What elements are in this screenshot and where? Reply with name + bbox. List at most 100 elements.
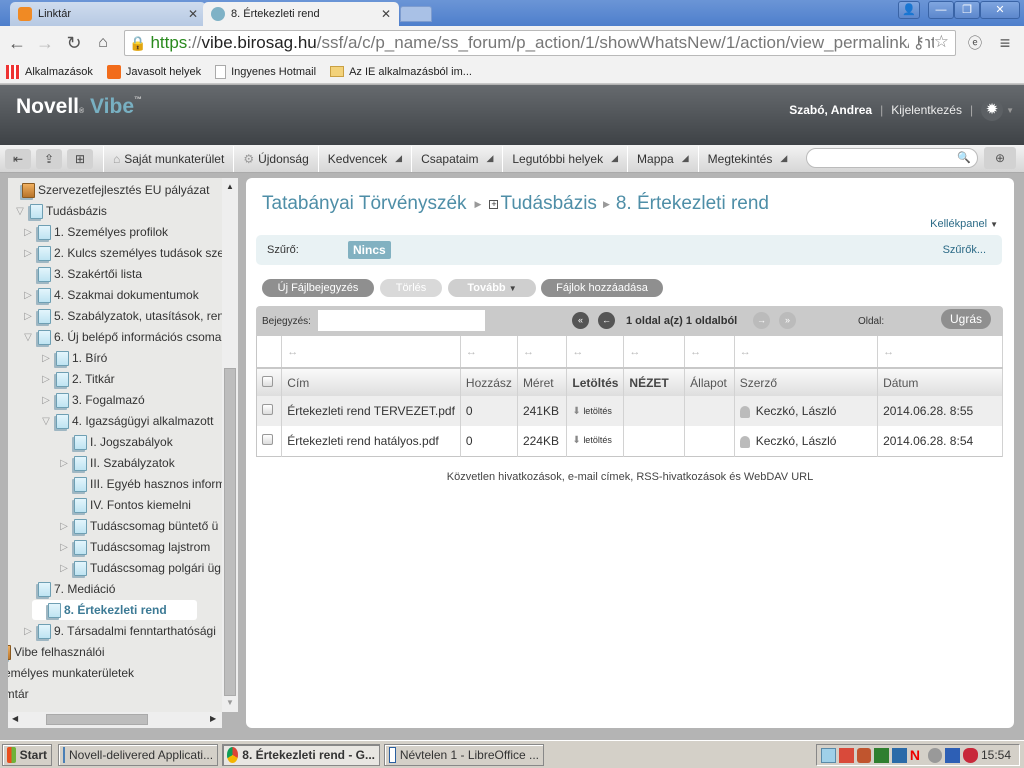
tree-item[interactable]: III. Egyéb hasznos inform [58,474,222,494]
bookmark-ie-import[interactable]: Az IE alkalmazásból im... [330,66,472,78]
column-header-size[interactable]: Méret [517,367,568,396]
tree-icon[interactable]: ⊞ [67,148,93,169]
antivirus-v-icon[interactable] [874,747,890,763]
volume-icon[interactable] [856,747,872,763]
column-header-view[interactable]: NÉZET [623,367,686,396]
tree-item[interactable]: ▷ 1. Bíró [40,348,107,368]
restore-button[interactable]: ❐ [954,1,980,19]
upload-icon[interactable]: ⇪ [36,148,62,169]
entry-title-link[interactable]: Értekezleti rend TERVEZET.pdf [281,396,461,426]
column-resize-handle[interactable]: ↔ [734,336,879,368]
display-icon[interactable] [945,747,961,763]
speaker-icon[interactable] [927,747,943,763]
back-arrow-icon[interactable]: ← [6,32,28,54]
column-header-title[interactable]: Cím [281,367,461,396]
profile-button[interactable]: 👤 [898,1,920,19]
taskbar-item-libreoffice[interactable]: Névtelen 1 - LibreOffice ... [384,744,544,766]
collapsed-triangle-icon[interactable]: ▷ [58,521,70,532]
nav-my-workspace[interactable]: ⌂ Saját munkaterület [103,145,233,172]
scrollbar-thumb[interactable] [224,368,236,696]
collapsed-triangle-icon[interactable]: ▷ [22,227,34,238]
collapsed-triangle-icon[interactable]: ▷ [22,248,34,259]
tree-item[interactable]: IV. Fontos kiemelni [58,495,191,515]
collapsed-triangle-icon[interactable]: ▷ [40,374,52,385]
reload-icon[interactable]: ↻ [63,32,85,54]
tree-item[interactable]: Szervezetfejlesztés EU pályázat [14,180,209,200]
download-link[interactable]: ⬇ letöltés [566,396,625,426]
tree-item[interactable]: ▷ 5. Szabályzatok, utasítások, ren [22,306,222,326]
collapsed-triangle-icon[interactable]: ▷ [40,353,52,364]
novell-n-icon[interactable]: N [910,747,925,763]
collapsed-triangle-icon[interactable]: ▷ [58,563,70,574]
tree-item[interactable]: ▷ Tudáscsomag büntető ü [58,516,218,536]
tree-item[interactable]: ▷ 9. Társadalmi fenntarthatósági [22,621,216,641]
sidebar-horizontal-scrollbar[interactable]: ◀ ▶ [8,712,222,728]
advanced-search-button[interactable]: ⊕ [984,147,1016,169]
go-button[interactable]: Ugrás [941,309,991,329]
nav-recent-places[interactable]: Legutóbbi helyek ◢ [502,145,627,172]
home-icon[interactable]: ⌂ [92,32,114,54]
tree-item[interactable]: I. Jogszabályok [58,432,173,452]
collapsed-triangle-icon[interactable]: ▷ [40,395,52,406]
column-resize-handle[interactable]: ↔ [281,336,461,368]
taskbar-item-chrome[interactable]: 8. Értekezleti rend - G... [222,744,380,766]
tree-item[interactable]: ▷ 3. Fogalmazó [40,390,145,410]
logout-link[interactable]: Kijelentkezés [891,103,962,117]
breadcrumb-item[interactable]: Tatabányai Törvényszék [262,193,467,215]
new-tab-button[interactable] [400,6,432,22]
expanded-triangle-icon[interactable]: ▽ [40,416,52,427]
collapsed-triangle-icon[interactable]: ▷ [22,311,34,322]
delete-button[interactable]: Törlés [380,279,442,297]
column-header-download[interactable]: Letöltés [566,367,625,396]
scroll-down-icon[interactable]: ▼ [226,698,234,707]
bookmark-suggested[interactable]: Javasolt helyek [106,64,201,79]
start-button[interactable]: Start [2,744,52,766]
permalinks-link[interactable]: Közvetlen hivatkozások, e-mail címek, RS… [246,471,1014,483]
user-name-link[interactable]: Szabó, Andrea [789,103,872,117]
tree-item[interactable]: ▽ 4. Igazságügyi alkalmazott [40,411,213,431]
tree-item[interactable]: ▽ Tudásbázis [14,201,107,221]
bookmark-star-icon[interactable]: ☆ [933,32,949,52]
network-icon[interactable] [821,747,836,763]
last-page-icon[interactable]: » [779,312,796,329]
collapsed-triangle-icon[interactable]: ▷ [22,290,34,301]
tree-item[interactable]: ▷ II. Szabályzatok [58,453,175,473]
entry-title-link[interactable]: Értekezleti rend hatályos.pdf [281,426,461,456]
chevron-down-icon[interactable]: ▼ [1006,106,1014,115]
menu-icon[interactable]: ≡ [994,32,1016,54]
filters-link[interactable]: Szűrők... [943,244,986,256]
column-resize-handle[interactable]: ↔ [623,336,686,368]
entry-author[interactable]: Keczkó, László [734,396,879,426]
close-window-button[interactable]: ✕ [980,1,1020,19]
new-file-entry-button[interactable]: Új Fájlbejegyzés [262,279,374,297]
tree-item[interactable]: omtár [8,684,29,704]
collapsed-triangle-icon[interactable]: ▷ [58,458,70,469]
expanded-triangle-icon[interactable]: ▽ [22,332,34,343]
column-header-date[interactable]: Dátum [877,367,1003,396]
close-tab-icon[interactable]: ✕ [188,7,198,21]
key-icon[interactable]: ⚷ [908,33,925,53]
minimize-button[interactable]: — [928,1,954,19]
tree-item[interactable]: 3. Szakértői lista [22,264,142,284]
next-page-icon[interactable]: → [753,312,770,329]
tree-item[interactable]: 7. Mediáció [22,579,115,599]
info-tool-icon[interactable] [838,747,854,763]
sidebar-vertical-scrollbar[interactable]: ▲ ▼ [222,178,238,712]
collapsed-triangle-icon[interactable]: ▷ [22,626,34,637]
tab-ertekezleti-rend[interactable]: 8. Értekezleti rend ✕ [203,2,399,26]
security-shield-icon[interactable] [963,747,978,763]
first-page-icon[interactable]: « [572,312,589,329]
bookmark-apps[interactable]: Alkalmazások [6,64,93,79]
tree-item[interactable]: ▷ 2. Titkár [40,369,115,389]
tree-item[interactable]: 8. Értekezleti rend [32,600,197,620]
tree-item[interactable]: ▷ 1. Személyes profilok [22,222,168,242]
close-tab-icon[interactable]: ✕ [381,7,391,21]
scrollbar-thumb[interactable] [46,714,148,725]
column-header-status[interactable]: Állapot [684,367,735,396]
column-resize-handle[interactable]: ↔ [460,336,518,368]
nav-whats-new[interactable]: ⚙ Újdonság [233,145,317,172]
tree-item[interactable]: Vibe felhasználói [8,642,105,662]
tree-item[interactable]: ▷ 4. Szakmai dokumentumok [22,285,199,305]
column-resize-handle[interactable]: ↔ [566,336,625,368]
tab-linktar[interactable]: Linktár ✕ [10,2,206,26]
